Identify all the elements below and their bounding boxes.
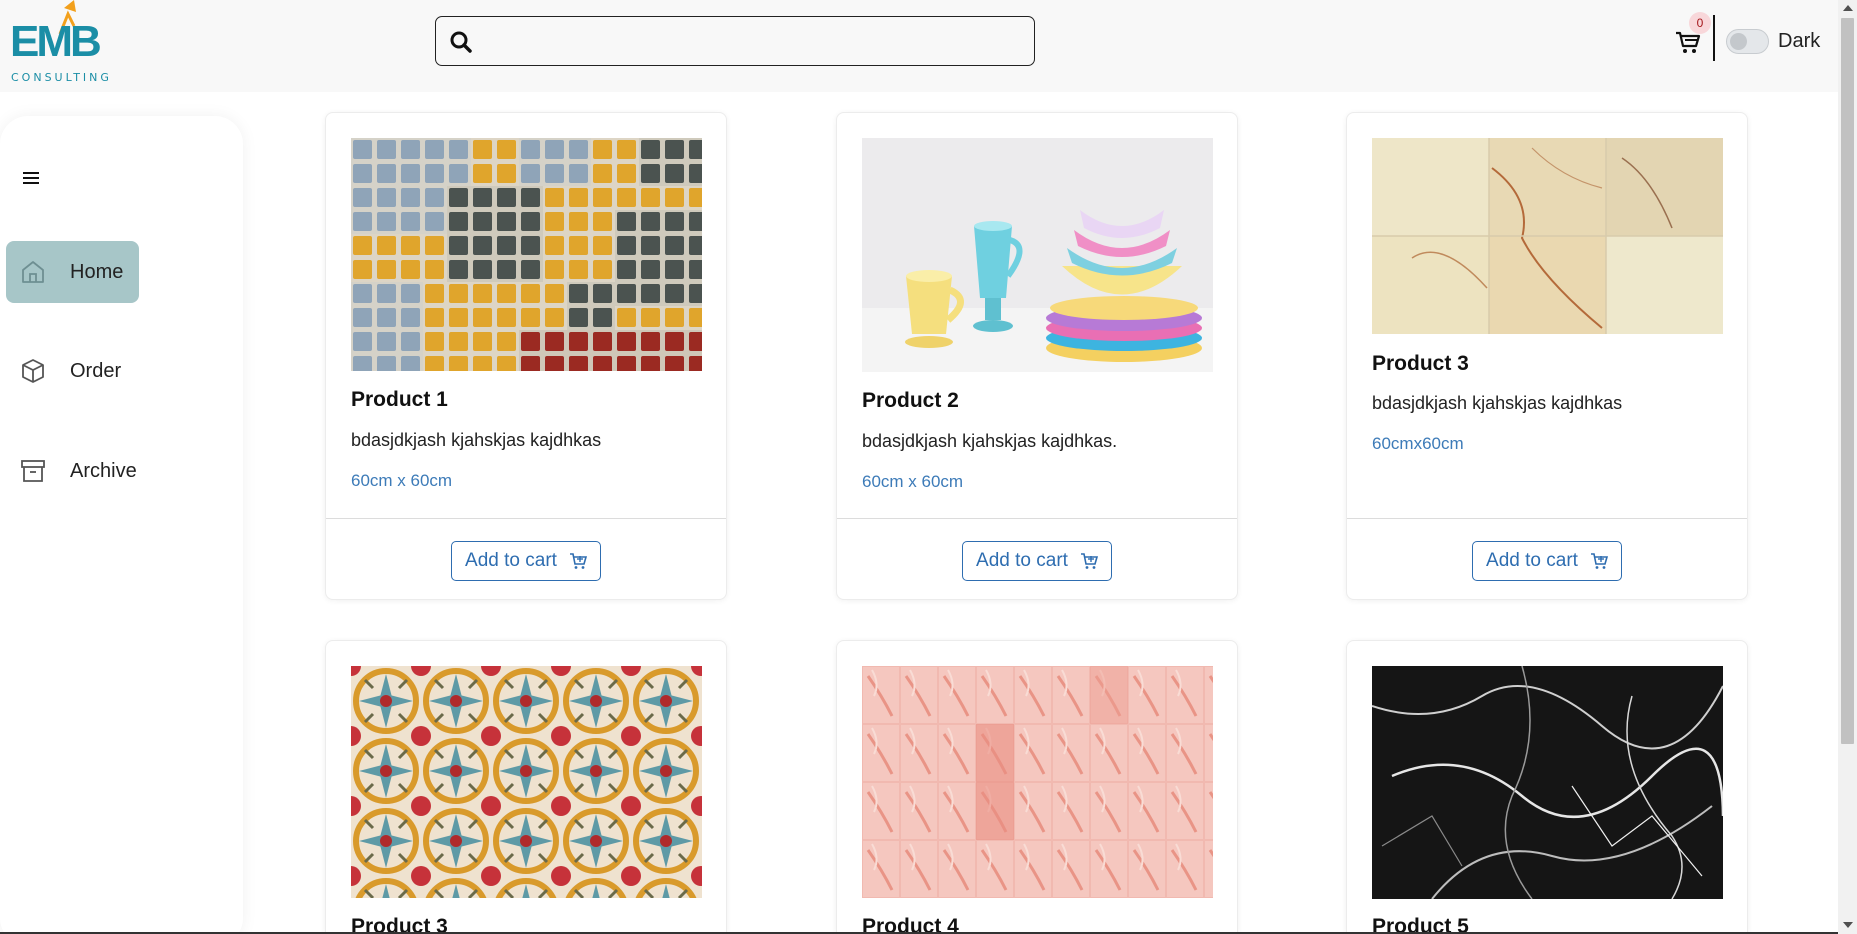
sidebar-item-archive[interactable]: Archive — [6, 440, 139, 502]
card-divider — [837, 518, 1237, 519]
add-to-cart-label: Add to cart — [976, 550, 1068, 571]
product-card: Product 1 bdasjdkjash kjahskjas kajdhkas… — [325, 112, 727, 600]
scroll-down-arrow-icon[interactable] — [1843, 922, 1853, 928]
sidebar-item-order[interactable]: Order — [6, 340, 139, 402]
product-description: bdasjdkjash kjahskjas kajdhkas. — [862, 431, 1118, 451]
dark-mode-label: Dark — [1778, 30, 1821, 52]
product-card: Product 2 bdasjdkjash kjahskjas kajdhkas… — [836, 112, 1238, 600]
product-image[interactable] — [1372, 138, 1723, 334]
dark-mode-toggle[interactable] — [1726, 29, 1769, 54]
card-divider — [326, 518, 726, 519]
add-to-cart-button[interactable]: Add to cart — [1472, 541, 1622, 581]
search-input[interactable] — [484, 23, 1024, 59]
product-size: 60cmx60cm — [1372, 434, 1464, 453]
shopping-cart-icon[interactable] — [1675, 30, 1701, 56]
header-divider — [1713, 15, 1715, 61]
page-scrollbar[interactable] — [1838, 0, 1857, 934]
search-bar[interactable] — [435, 16, 1035, 66]
add-cart-icon — [569, 553, 587, 569]
add-cart-icon — [1590, 553, 1608, 569]
product-card: Product 5 — [1346, 640, 1748, 934]
sidebar-item-home[interactable]: Home — [6, 241, 139, 303]
product-card: Product 3 — [325, 640, 727, 934]
product-title: Product 2 — [862, 389, 959, 412]
product-size: 60cm x 60cm — [862, 472, 964, 491]
cart-button[interactable]: 0 — [1675, 12, 1715, 60]
logo-text: EMB — [10, 17, 102, 66]
product-image[interactable] — [862, 138, 1213, 372]
sidebar: Home Order Archive — [0, 116, 243, 934]
product-card: Product 3 bdasjdkjash kjahskjas kajdhkas… — [1346, 112, 1748, 600]
search-icon[interactable] — [449, 30, 473, 54]
card-divider — [1347, 518, 1747, 519]
product-size: 60cm x 60cm — [351, 471, 453, 490]
product-description: bdasjdkjash kjahskjas kajdhkas — [351, 430, 602, 450]
product-image[interactable] — [862, 666, 1213, 898]
box-icon — [22, 359, 44, 383]
product-image[interactable] — [351, 138, 702, 371]
add-to-cart-label: Add to cart — [1486, 550, 1578, 571]
add-to-cart-button[interactable]: Add to cart — [962, 541, 1112, 581]
add-to-cart-label: Add to cart — [465, 550, 557, 571]
product-title: Product 1 — [351, 388, 448, 411]
archive-icon — [21, 460, 45, 482]
brand-logo[interactable]: EMB CONSULTING — [8, 0, 109, 86]
toggle-knob — [1730, 33, 1747, 50]
home-icon — [22, 261, 44, 283]
product-card: Product 4 — [836, 640, 1238, 934]
scroll-up-arrow-icon[interactable] — [1843, 5, 1853, 11]
add-cart-icon — [1080, 553, 1098, 569]
sidebar-item-label: Order — [70, 360, 122, 382]
product-title: Product 3 — [1372, 352, 1469, 375]
scroll-thumb[interactable] — [1841, 18, 1854, 744]
product-description: bdasjdkjash kjahskjas kajdhkas — [1372, 393, 1623, 413]
add-to-cart-button[interactable]: Add to cart — [451, 541, 601, 581]
product-image[interactable] — [351, 666, 702, 898]
logo-subtitle: CONSULTING — [11, 71, 112, 84]
sidebar-item-label: Archive — [70, 460, 137, 482]
top-header: EMB CONSULTING 0 Dark — [0, 0, 1838, 92]
sidebar-item-label: Home — [70, 261, 124, 283]
menu-icon[interactable] — [21, 169, 41, 187]
product-image[interactable] — [1372, 666, 1723, 899]
